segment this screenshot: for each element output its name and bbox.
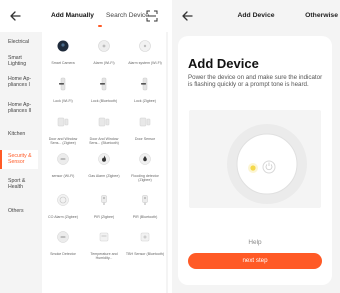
sidebar-item-home-appliances-2[interactable]: Home Ap- pliances II: [0, 102, 36, 115]
tab-search-device[interactable]: Search Device: [106, 12, 149, 19]
device-alarm-wifi[interactable]: Alarm (Wi-Fi): [84, 39, 124, 65]
device-co-alarm-zigbee[interactable]: CO Alarm (Zigbee): [43, 193, 83, 219]
device-label: Door and Window Sens... (Zigbee): [48, 137, 78, 146]
device-illustration: [189, 110, 321, 208]
device-label: PIR (Bluetooth): [132, 215, 158, 219]
device-lock-wifi[interactable]: Lock (Wi-Fi): [43, 77, 83, 103]
scan-icon[interactable]: [146, 10, 158, 22]
device-label: Alarm system (Wi-Fi): [128, 61, 162, 65]
device-label: Alarm (Wi-Fi): [93, 61, 115, 65]
smoke-detector-icon: [57, 231, 69, 243]
add-device-card: Add Device Power the device on and make …: [178, 36, 332, 285]
device-grid: Smart Camera Alarm (Wi-Fi) Alarm system …: [42, 32, 166, 293]
sidebar-item-security-sensor[interactable]: Security & Sensor: [0, 150, 38, 169]
add-device-header: Add Device Otherwise: [172, 0, 340, 32]
otherwise-link[interactable]: Otherwise: [305, 12, 338, 19]
door-sensor-icon: [139, 117, 151, 127]
lock-icon: [141, 77, 148, 91]
door-sensor-icon: [57, 117, 69, 127]
device-label: PIR (Zigbee): [93, 215, 115, 219]
device-label: Lock (Wi-Fi): [53, 99, 73, 103]
device-flooding-detector-zigbee[interactable]: Flooding detector (Zigbee): [125, 152, 165, 183]
device-label: CO Alarm (Zigbee): [48, 215, 78, 219]
device-lock-zigbee[interactable]: Lock (Zigbee): [125, 77, 165, 103]
alarm-system-icon: [139, 40, 151, 52]
alarm-icon: [98, 40, 110, 52]
device-flashing-illustration: [227, 124, 307, 204]
door-sensor-icon: [98, 117, 110, 127]
device-gas-alarm-zigbee[interactable]: Gas Alarm (Zigbee): [84, 152, 124, 178]
sidebar-item-sport-health[interactable]: Sport & Health: [0, 178, 34, 191]
device-door-window-sensor-bluetooth[interactable]: Door And Window Sens... (Bluetooth): [84, 115, 124, 146]
device-temperature-humidity[interactable]: Temperature and Humidity...: [84, 230, 124, 261]
device-label: Gas Alarm (Zigbee): [88, 174, 120, 178]
device-label: Smart Camera: [51, 61, 75, 65]
sensor-icon: [57, 153, 69, 165]
tab-add-manually[interactable]: Add Manually: [51, 12, 94, 19]
device-sensor-wifi[interactable]: sensor (Wi-Fi): [43, 152, 83, 178]
next-step-button[interactable]: next step: [188, 253, 322, 269]
device-label: TBH Sensor (Bluetooth): [125, 252, 165, 256]
device-tbh-sensor-bluetooth[interactable]: TBH Sensor (Bluetooth): [125, 230, 165, 256]
sensor-icon: [140, 232, 150, 242]
help-link[interactable]: Help: [178, 239, 332, 246]
card-title: Add Device: [188, 56, 259, 71]
device-label: sensor (Wi-Fi): [51, 174, 75, 178]
device-smart-camera[interactable]: Smart Camera: [43, 39, 83, 65]
gas-alarm-icon: [98, 153, 110, 165]
lock-icon: [100, 77, 107, 91]
device-label: Door Sensor: [134, 137, 156, 141]
instruction-text: Power the device on and make sure the in…: [188, 74, 323, 89]
device-lock-bluetooth[interactable]: Lock (Bluetooth): [84, 77, 124, 103]
co-alarm-icon: [57, 194, 69, 206]
device-label: Door And Window Sens... (Bluetooth): [89, 137, 119, 146]
pir-icon: [101, 195, 107, 205]
device-label: Smoke Detector: [50, 252, 76, 256]
back-arrow-icon[interactable]: [8, 9, 22, 23]
device-label: Flooding detector (Zigbee): [131, 174, 159, 183]
camera-icon: [57, 40, 69, 52]
category-sidebar: Electrical Smart Lighting Home Ap- plian…: [0, 32, 38, 293]
device-label: Temperature and Humidity...: [90, 252, 118, 261]
device-door-window-sensor-zigbee[interactable]: Door and Window Sens... (Zigbee): [43, 115, 83, 146]
add-manually-screen: Add Manually Search Device Electrical Sm…: [0, 0, 168, 293]
device-pir-zigbee[interactable]: PIR (Zigbee): [84, 193, 124, 219]
tab-active-indicator: [98, 25, 102, 27]
device-label: Lock (Zigbee): [134, 99, 156, 103]
sidebar-item-smart-lighting[interactable]: Smart Lighting: [0, 55, 34, 68]
lock-icon: [59, 77, 66, 91]
add-manually-header: Add Manually Search Device: [0, 0, 168, 32]
pir-icon: [142, 195, 148, 205]
device-alarm-system-wifi[interactable]: Alarm system (Wi-Fi): [125, 39, 165, 65]
device-label: Lock (Bluetooth): [90, 99, 118, 103]
sidebar-item-kitchen[interactable]: Kitchen: [0, 131, 38, 137]
device-door-sensor[interactable]: Door Sensor: [125, 115, 165, 141]
device-smoke-detector[interactable]: Smoke Detector: [43, 230, 83, 256]
sidebar-item-others[interactable]: Others: [0, 208, 38, 214]
sidebar-item-electrical[interactable]: Electrical: [0, 39, 38, 45]
add-device-screen: Add Device Otherwise Add Device Power th…: [172, 0, 340, 293]
device-pir-bluetooth[interactable]: PIR (Bluetooth): [125, 193, 165, 219]
sidebar-item-home-appliances-1[interactable]: Home Ap- pliances I: [0, 76, 36, 89]
thermometer-icon: [99, 232, 109, 242]
flood-detector-icon: [139, 153, 151, 165]
